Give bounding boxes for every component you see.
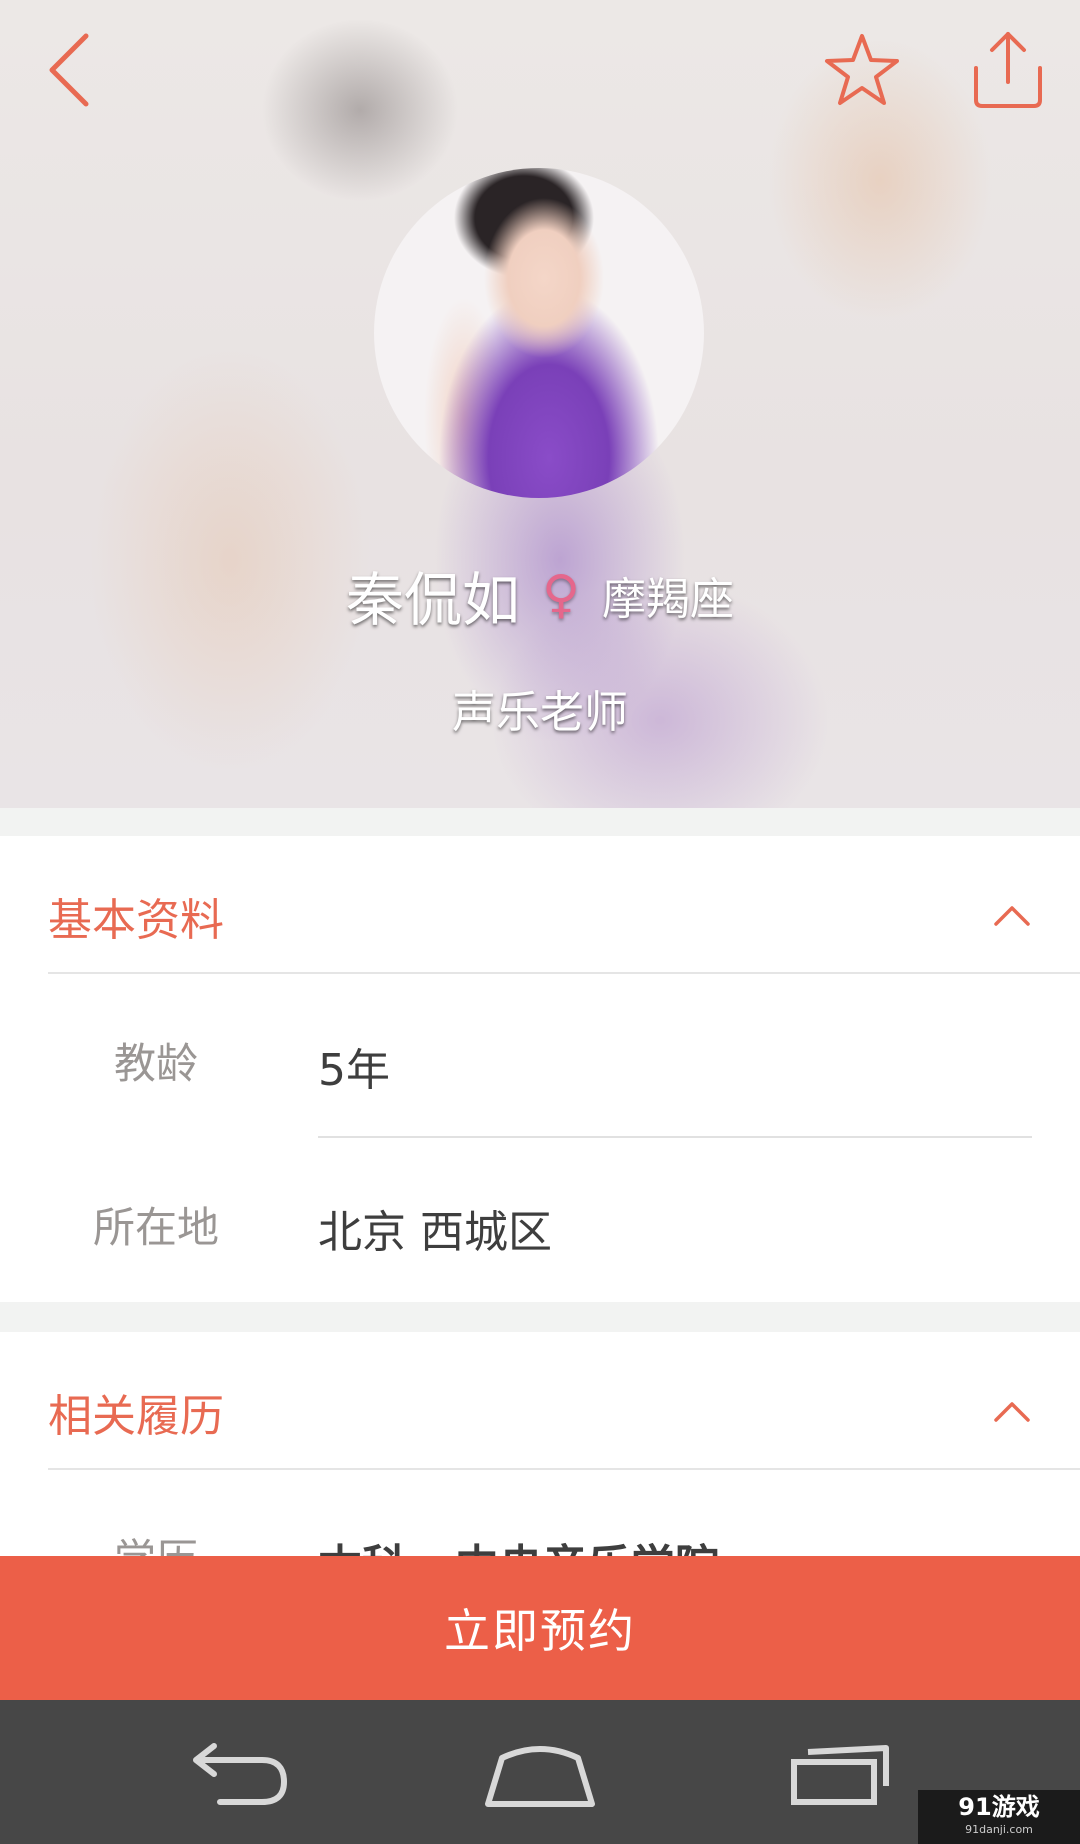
- book-now-button[interactable]: 立即预约: [0, 1556, 1080, 1700]
- basic-info-title[interactable]: 基本资料: [48, 884, 224, 948]
- nav-back-icon[interactable]: [180, 1740, 300, 1810]
- profile-hero: 秦侃如 ♀ 摩羯座 声乐老师: [0, 0, 1080, 808]
- teaching-years-label: 教龄: [113, 1039, 198, 1088]
- system-nav-bar: 91游戏 91danji.com: [0, 1700, 1080, 1844]
- teaching-years-value: 5年: [318, 1045, 390, 1096]
- location-value: 北京 西城区: [318, 1207, 552, 1258]
- divider: [48, 972, 1080, 974]
- female-icon: ♀: [541, 565, 581, 625]
- share-icon[interactable]: [966, 28, 1050, 112]
- nav-home-icon[interactable]: [480, 1740, 600, 1810]
- chevron-up-icon[interactable]: [992, 1398, 1032, 1424]
- profile-title: 声乐老师: [452, 687, 628, 738]
- basic-info-card: 基本资料 教龄 5年 所在地 北京 西城区: [0, 836, 1080, 1302]
- star-icon[interactable]: [822, 30, 902, 110]
- watermark-subtext: 91danji.com: [965, 1823, 1033, 1836]
- history-title[interactable]: 相关履历: [48, 1380, 224, 1444]
- nav-recents-icon[interactable]: [780, 1740, 900, 1810]
- back-icon[interactable]: [40, 30, 100, 110]
- watermark-text: 91游戏: [958, 1793, 1040, 1821]
- profile-name-row: 秦侃如 ♀ 摩羯座: [0, 560, 1080, 634]
- watermark-logo: 91游戏 91danji.com: [918, 1790, 1080, 1844]
- zodiac-label: 摩羯座: [602, 574, 735, 625]
- divider: [48, 1468, 1080, 1470]
- chevron-up-icon[interactable]: [992, 902, 1032, 928]
- location-label: 所在地: [92, 1203, 219, 1252]
- avatar: [374, 168, 704, 498]
- row-divider: [318, 1136, 1032, 1138]
- profile-name: 秦侃如: [345, 566, 520, 634]
